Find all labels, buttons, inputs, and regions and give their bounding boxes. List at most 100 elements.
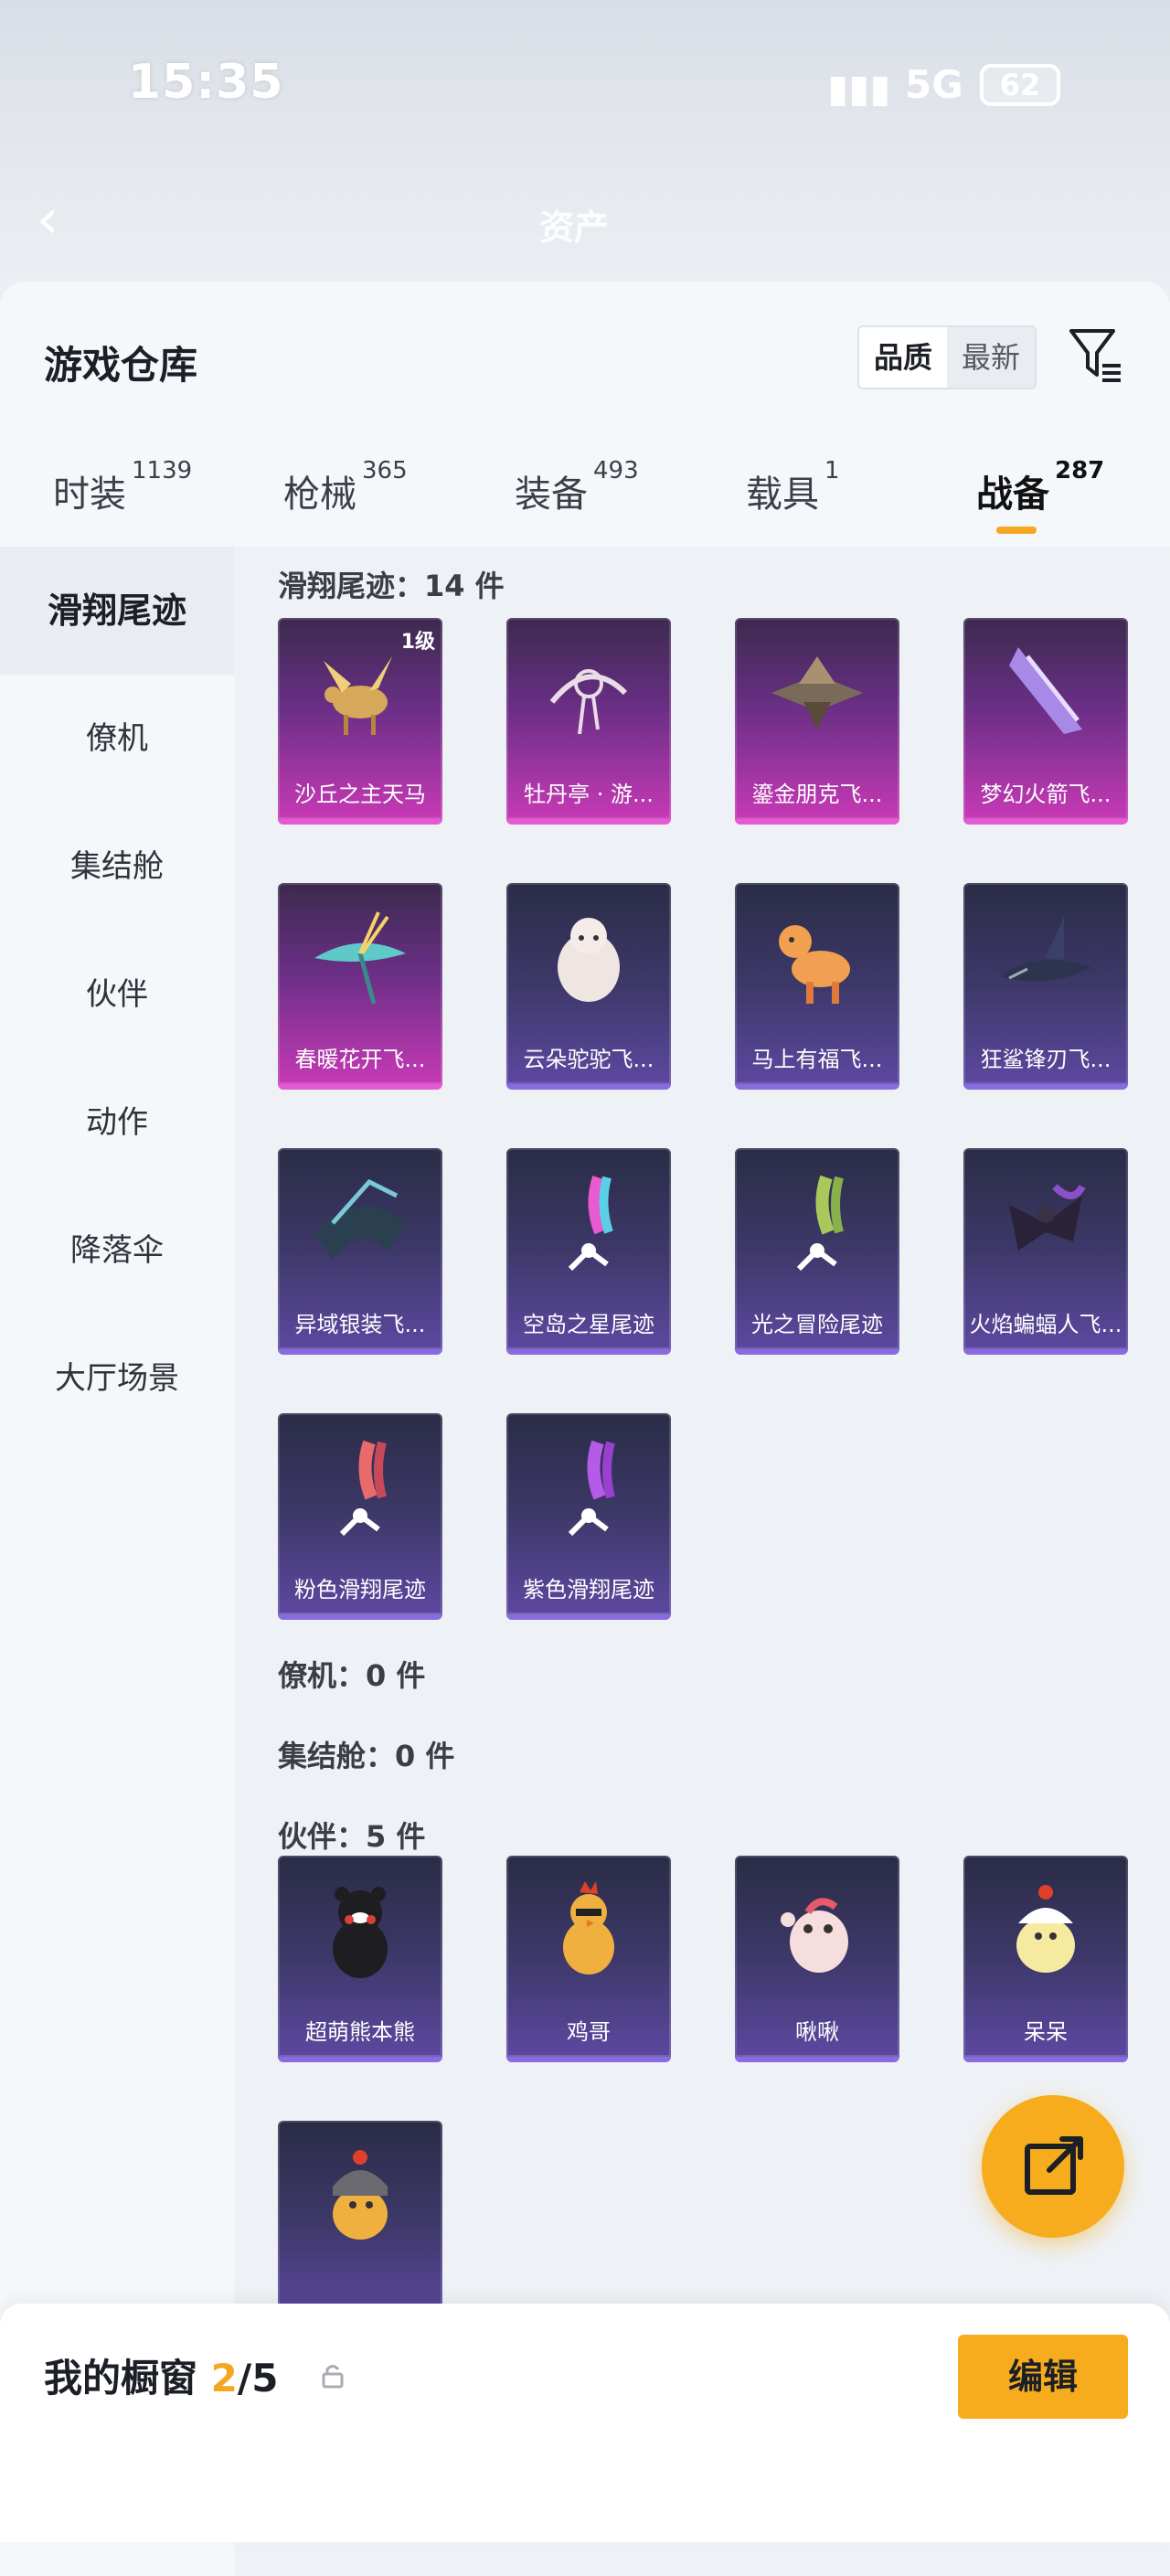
item-card[interactable]: 光之冒险尾迹: [735, 1148, 899, 1355]
rocket-glider-icon: [1009, 647, 1082, 734]
sidebar-item-pod[interactable]: 集结舱: [0, 803, 234, 931]
lock-icon: [322, 2365, 344, 2389]
tab-label: 战备: [976, 474, 1049, 516]
section-header-wingman: 僚机：0 件: [278, 1658, 426, 1693]
showcase-total: /5: [237, 2356, 279, 2400]
edit-button[interactable]: 编辑: [958, 2335, 1128, 2419]
section-header-glide: 滑翔尾迹：14 件: [278, 569, 505, 603]
item-card[interactable]: 牡丹亭 · 游...: [506, 618, 671, 825]
item-card[interactable]: 马上有福飞...: [735, 883, 899, 1090]
item-name: 超萌熊本熊: [305, 2019, 415, 2045]
sidebar: 滑翔尾迹 僚机 集结舱 伙伴 动作 降落伞 大厅场景: [0, 547, 234, 2576]
shark-glider-icon: [1000, 917, 1091, 982]
item-card[interactable]: 超萌熊本熊: [278, 1856, 442, 2062]
category-tabs: 时装1139 枪械365 装备493 载具1 战备287: [0, 437, 1170, 538]
showcase-label: 我的橱窗: [44, 2356, 211, 2400]
item-card[interactable]: 呆呆: [963, 1856, 1128, 2062]
daidai-icon: [1016, 1885, 1075, 1973]
tab-label: 时装: [53, 474, 126, 516]
dragonfly-glider-icon: [314, 911, 406, 1005]
item-name: 啾啾: [795, 2019, 839, 2045]
item-card[interactable]: 火焰蝙蝠人飞...: [963, 1148, 1128, 1355]
item-card[interactable]: 粉色滑翔尾迹: [278, 1413, 442, 1620]
sidebar-item-lobby-scene[interactable]: 大厅场景: [0, 1315, 234, 1442]
item-card[interactable]: 空岛之星尾迹: [506, 1148, 671, 1355]
sidebar-item-emote[interactable]: 动作: [0, 1059, 234, 1187]
item-name: 狂鲨锋刃飞...: [980, 1047, 1112, 1072]
showcase-bar: 我的橱窗 2/5 编辑: [0, 2304, 1170, 2542]
rainbow-trail-icon: [568, 1176, 613, 1272]
active-tab-indicator: [996, 527, 1037, 534]
tab-guns[interactable]: 枪械365: [283, 457, 408, 517]
tab-count: 287: [1055, 457, 1105, 484]
item-name: 马上有福飞...: [751, 1047, 883, 1072]
jiujiu-icon: [781, 1898, 848, 1973]
item-name: 呆呆: [1024, 2019, 1068, 2045]
item-name: 粉色滑翔尾迹: [294, 1577, 426, 1602]
tab-vehicles[interactable]: 载具1: [746, 457, 840, 517]
item-card[interactable]: 紫色滑翔尾迹: [506, 1413, 671, 1620]
alien-glider-icon: [314, 1178, 406, 1260]
share-icon: [1025, 2136, 1083, 2195]
back-icon[interactable]: ‹: [37, 192, 80, 247]
horse-glider-icon: [779, 925, 850, 1004]
item-card[interactable]: [278, 2121, 442, 2327]
tab-count: 1139: [132, 457, 193, 484]
tab-readiness[interactable]: 战备287: [976, 457, 1104, 517]
item-card[interactable]: 异域银装飞...: [278, 1148, 442, 1355]
sort-option-newest[interactable]: 最新: [947, 327, 1035, 388]
item-name: 紫色滑翔尾迹: [523, 1577, 654, 1602]
item-card[interactable]: 鸡哥: [506, 1856, 671, 2062]
tab-equipment[interactable]: 装备493: [515, 457, 639, 517]
alpaca-glider-icon: [558, 918, 620, 1002]
status-time: 15:35: [128, 55, 284, 110]
tab-label: 载具: [746, 474, 819, 516]
purple-trail-icon: [568, 1440, 615, 1537]
rooster-icon: [563, 1881, 614, 1975]
tab-fashion[interactable]: 时装1139: [53, 457, 192, 517]
tab-label: 枪械: [283, 474, 356, 516]
item-card[interactable]: 鎏金朋克飞...: [735, 618, 899, 825]
sidebar-item-wingman[interactable]: 僚机: [0, 675, 234, 803]
nav-title: 资产: [539, 208, 610, 248]
sort-option-quality[interactable]: 品质: [859, 327, 948, 388]
item-card[interactable]: 梦幻火箭飞...: [963, 618, 1128, 825]
signal-icon: ▮▮▮: [827, 66, 891, 111]
item-name: 沙丘之主天马: [294, 782, 426, 807]
sidebar-item-partner[interactable]: 伙伴: [0, 931, 234, 1059]
page-title: 游戏仓库: [44, 343, 198, 388]
item-name: 异域银装飞...: [294, 1312, 426, 1337]
item-card[interactable]: 1级 沙丘之主天马: [278, 618, 442, 825]
item-name: 春暖花开飞...: [294, 1047, 426, 1072]
helmet-chick-icon: [333, 2150, 388, 2240]
sort-toggle: 品质 最新: [857, 325, 1037, 389]
item-card[interactable]: 啾啾: [735, 1856, 899, 2062]
item-card[interactable]: 云朵驼驼飞...: [506, 883, 671, 1090]
sidebar-item-parachute[interactable]: 降落伞: [0, 1187, 234, 1315]
punk-glider-icon: [771, 656, 863, 729]
status-bar: 15:35 ▮▮▮ 5G 62: [0, 37, 1170, 137]
item-grid: 滑翔尾迹：14 件 1级 沙丘之主天马 牡丹亭 · 游... 鎏金朋克飞... …: [234, 547, 1170, 2576]
pegasus-icon: [324, 656, 392, 735]
tab-count: 493: [593, 457, 639, 484]
tab-count: 365: [362, 457, 408, 484]
item-name: 鎏金朋克飞...: [751, 782, 883, 807]
tab-count: 1: [824, 457, 840, 484]
item-card[interactable]: 春暖花开飞...: [278, 883, 442, 1090]
item-card[interactable]: 狂鲨锋刃飞...: [963, 883, 1128, 1090]
tab-label: 装备: [515, 474, 588, 516]
green-trail-icon: [796, 1175, 844, 1272]
filter-icon[interactable]: [1066, 325, 1124, 386]
item-name: 鸡哥: [567, 2019, 611, 2045]
item-name: 空岛之星尾迹: [523, 1312, 654, 1337]
item-name: 梦幻火箭飞...: [980, 782, 1112, 807]
showcase-count: 2: [210, 2356, 238, 2400]
battery-level: 62: [999, 68, 1041, 102]
showcase-title: 我的橱窗 2/5: [44, 2347, 278, 2403]
item-name: 光之冒险尾迹: [751, 1312, 883, 1337]
sidebar-item-glide-trail[interactable]: 滑翔尾迹: [0, 547, 234, 675]
network-label: 5G: [905, 62, 963, 107]
battery-icon: 62: [980, 64, 1060, 106]
pink-trail-icon: [339, 1440, 387, 1537]
share-button[interactable]: [982, 2095, 1124, 2238]
